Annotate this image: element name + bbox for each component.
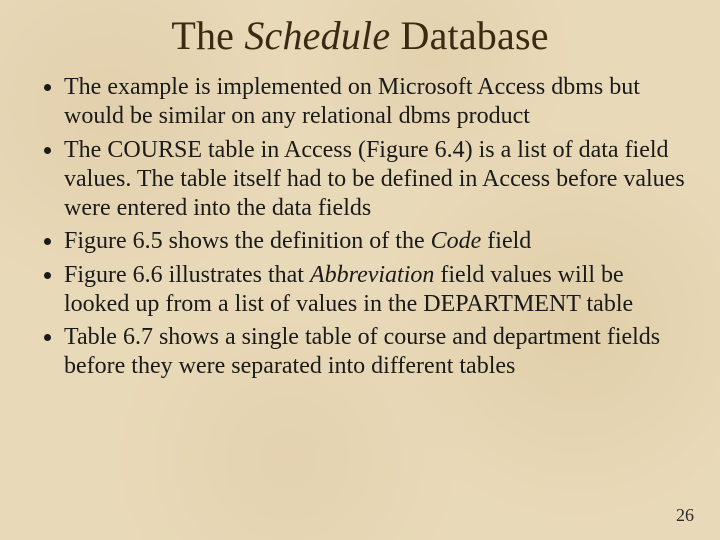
bullet-list: The example is implemented on Microsoft … [28,73,692,382]
bullet-text: Figure 6.6 illustrates that [64,262,310,288]
bullet-item: Figure 6.6 illustrates that Abbreviation… [64,261,692,320]
title-post: Database [390,13,548,58]
bullet-item: The example is implemented on Microsoft … [64,73,692,132]
slide: The Schedule Database The example is imp… [0,0,720,540]
title-emph: Schedule [244,13,390,58]
bullet-text: Figure 6.5 shows the definition of the [64,228,431,254]
bullet-emph: Abbreviation [310,262,434,288]
bullet-item: Table 6.7 shows a single table of course… [64,323,692,382]
slide-title: The Schedule Database [28,12,692,59]
bullet-item: Figure 6.5 shows the definition of the C… [64,227,692,256]
title-pre: The [171,13,244,58]
bullet-emph: Code [431,228,482,254]
bullet-text: field [481,228,531,254]
page-number: 26 [676,505,694,526]
bullet-item: The COURSE table in Access (Figure 6.4) … [64,136,692,224]
